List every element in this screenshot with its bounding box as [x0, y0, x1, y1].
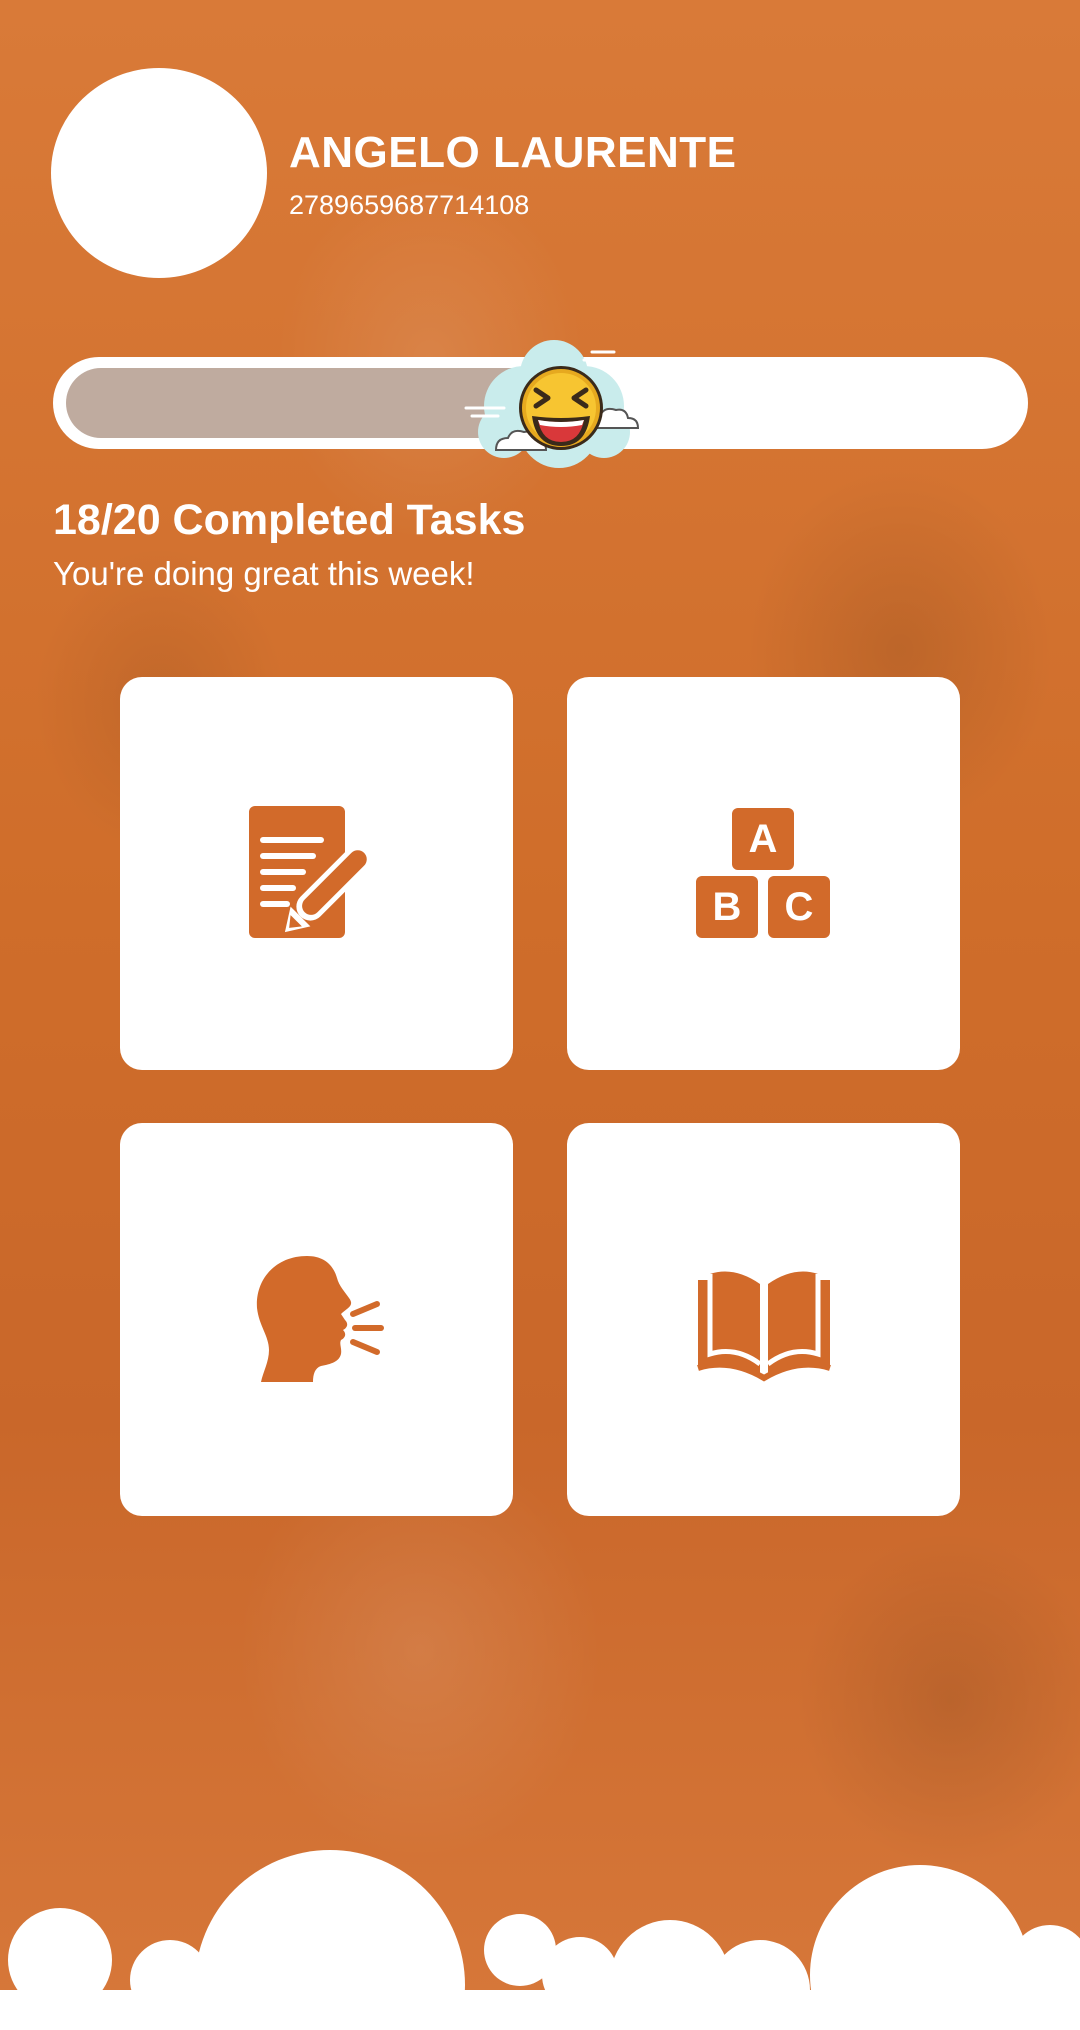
- user-name: ANGELO LAURENTE: [289, 128, 737, 177]
- block-letter-c: C: [784, 885, 813, 929]
- speaking-tile[interactable]: [120, 1123, 513, 1516]
- completed-tasks-title: 18/20 Completed Tasks: [53, 496, 526, 544]
- block-letter-b: B: [712, 885, 741, 929]
- writing-tile[interactable]: [120, 677, 513, 1070]
- abc-blocks-icon: A B C: [695, 807, 830, 938]
- abc-blocks-tile[interactable]: A B C: [567, 677, 960, 1070]
- user-id: 2789659687714108: [289, 190, 530, 220]
- writing-pencil-icon: [248, 805, 372, 938]
- bottom-clouds-decoration: [0, 1850, 1080, 2030]
- open-book-icon: [696, 1271, 831, 1381]
- block-letter-a: A: [748, 817, 777, 861]
- reading-tile[interactable]: [567, 1123, 960, 1516]
- avatar[interactable]: [51, 68, 267, 278]
- completed-tasks-subtitle: You're doing great this week!: [53, 555, 475, 592]
- speaking-head-icon: [256, 1255, 384, 1382]
- laughing-emoji-cloud-icon: [464, 340, 640, 468]
